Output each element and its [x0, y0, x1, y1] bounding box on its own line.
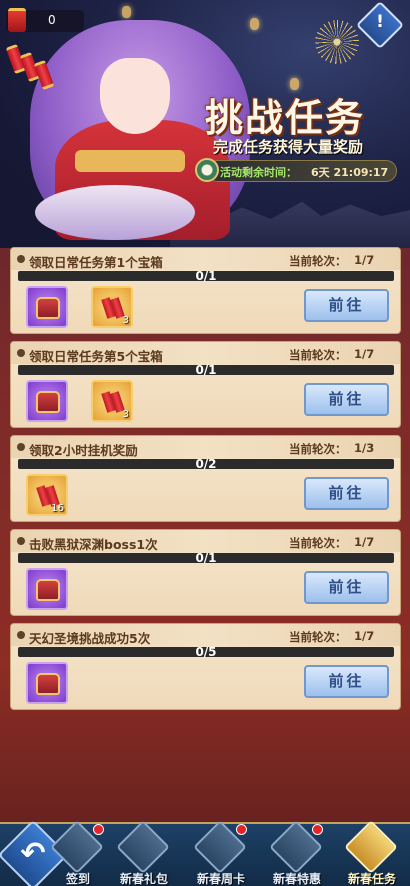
task-card: 领取2小时挂机奖励 当前轮次： 1/3 0/2 16 前往 [10, 435, 401, 522]
task-card: 天幻圣境挑战成功5次 当前轮次： 1/7 0/5 前往 [10, 623, 401, 710]
character-skirt [35, 185, 195, 240]
character-face [100, 58, 170, 134]
firecracker-icon [100, 388, 126, 417]
reward-item-firecracker[interactable]: 3 [91, 380, 133, 422]
progress-bar: 0/1 [18, 269, 394, 283]
firecracker-icon [100, 294, 126, 323]
bullet-icon [17, 255, 25, 263]
bullet-icon [17, 537, 25, 545]
round-value: 1/7 [354, 535, 375, 549]
bullet-icon [17, 349, 25, 357]
timer-value: 6天 21:09:17 [311, 166, 389, 179]
round-label: 当前轮次： [289, 348, 347, 362]
round-label: 当前轮次： [289, 254, 347, 268]
clock-icon [195, 158, 219, 182]
tab-label: 新春特惠 [272, 872, 321, 886]
reward-item-chest[interactable] [26, 380, 68, 422]
go-button[interactable]: 前往 [304, 477, 389, 510]
info-icon[interactable]: ! [363, 12, 397, 32]
round-label: 当前轮次： [289, 630, 347, 644]
reward-item-chest[interactable] [26, 286, 68, 328]
task-card: 领取日常任务第1个宝箱 当前轮次： 1/7 0/1 3 前往 [10, 247, 401, 334]
reward-item-chest[interactable] [26, 568, 68, 610]
tab-label: 新春任务 [347, 872, 396, 886]
chest-icon [36, 297, 60, 319]
chest-icon [36, 579, 60, 601]
go-button[interactable]: 前往 [304, 665, 389, 698]
progress-bar: 0/5 [18, 645, 394, 659]
timer-label: 活动剩余时间： [220, 166, 297, 179]
round-label: 当前轮次： [289, 442, 347, 456]
item-quantity: 3 [122, 315, 129, 326]
tab-new-year-tasks[interactable]: 新春任务 [334, 820, 410, 886]
bullet-icon [17, 631, 25, 639]
tab-label: 新春周卡 [196, 872, 245, 886]
reward-item-chest[interactable] [26, 662, 68, 704]
page-title: 挑战任务 [205, 95, 366, 140]
notification-badge [312, 824, 323, 835]
progress-text: 0/1 [195, 363, 217, 377]
round-value: 1/7 [354, 347, 375, 361]
progress-bar: 0/1 [18, 363, 394, 377]
tab-new-year-weekly-card[interactable]: 新春周卡 [183, 820, 259, 886]
go-button[interactable]: 前往 [304, 383, 389, 416]
go-button[interactable]: 前往 [304, 571, 389, 604]
gift-bag-icon [116, 820, 170, 874]
page-subtitle: 完成任务获得大量奖励 [213, 138, 364, 156]
bullet-icon [17, 443, 25, 451]
tab-label: 新春礼包 [119, 872, 168, 886]
item-quantity: 16 [51, 503, 64, 514]
notification-badge [236, 824, 247, 835]
progress-text: 0/1 [195, 551, 217, 565]
tab-label: 签到 [65, 872, 90, 886]
item-quantity: 3 [122, 409, 129, 420]
progress-bar: 0/2 [18, 457, 394, 471]
progress-bar: 0/1 [18, 551, 394, 565]
progress-text: 0/5 [195, 645, 217, 659]
task-card: 击败黑狱深渊boss1次 当前轮次： 1/7 0/1 前往 [10, 529, 401, 616]
go-button[interactable]: 前往 [304, 289, 389, 322]
round-label: 当前轮次： [289, 536, 347, 550]
tab-sign-in[interactable]: 签到 [40, 820, 116, 886]
notification-badge [93, 824, 104, 835]
chest-icon [36, 391, 60, 413]
currency-counter: 0 [6, 8, 84, 32]
firecracker-decoration-icon [2, 35, 62, 95]
tab-new-year-gift[interactable]: 新春礼包 [106, 820, 182, 886]
reward-item-firecracker[interactable]: 3 [91, 286, 133, 328]
round-value: 1/3 [354, 441, 375, 455]
chest-icon [36, 673, 60, 695]
currency-value: 0 [48, 13, 56, 27]
scroll-icon [344, 820, 398, 874]
firecracker-icon [8, 8, 26, 32]
round-value: 1/7 [354, 629, 375, 643]
lantern-icon [250, 18, 259, 30]
progress-text: 0/2 [195, 457, 217, 471]
firework-icon [315, 20, 359, 64]
character-sash [75, 150, 185, 172]
tab-new-year-deals[interactable]: 新春特惠 [259, 820, 335, 886]
reward-item-firecracker[interactable]: 16 [26, 474, 68, 516]
task-card: 领取日常任务第5个宝箱 当前轮次： 1/7 0/1 3 前往 [10, 341, 401, 428]
round-value: 1/7 [354, 253, 375, 267]
progress-text: 0/1 [195, 269, 217, 283]
lantern-icon [122, 6, 131, 18]
